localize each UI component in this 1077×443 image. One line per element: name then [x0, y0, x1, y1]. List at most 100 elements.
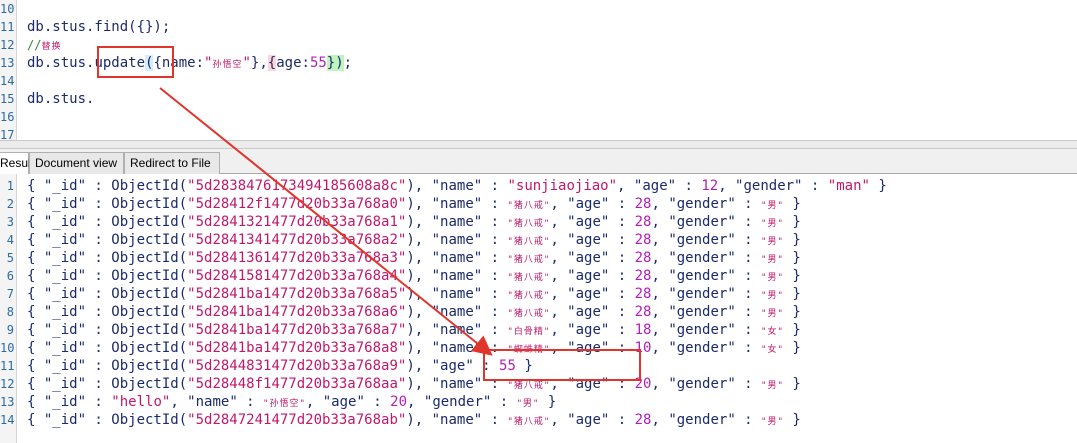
- code-text[interactable]: db.stus.: [27, 90, 94, 108]
- document-text: { "_id" : "hello", "name" : "孙悟空", "age"…: [27, 393, 556, 413]
- result-row[interactable]: 3 { "_id" : ObjectId("5d2841321477d20b33a…: [0, 213, 1077, 231]
- line-number: 5: [6, 251, 14, 265]
- tab-result[interactable]: Result: [0, 152, 34, 175]
- doc-token: "孙悟空": [263, 399, 306, 409]
- object-id: "5d28448f1477d20b33a768aa": [187, 376, 407, 392]
- doc-token: "猪八戒": [507, 255, 551, 265]
- doc-token: { "_id" :: [27, 394, 112, 410]
- document-text: { "_id" : ObjectId("5d283847617349418560…: [27, 177, 887, 195]
- document-text: { "_id" : ObjectId("5d2847241477d20b33a7…: [27, 411, 801, 431]
- doc-token: , "name" :: [414, 286, 508, 302]
- code-text[interactable]: db.stus.find({});: [27, 18, 170, 36]
- tab-document-view[interactable]: Document view: [29, 152, 124, 174]
- document-text: { "_id" : ObjectId("5d2841ba1477d20b33a7…: [27, 321, 801, 341]
- doc-token: , "age" :: [550, 214, 635, 230]
- doc-token: , "age" :: [550, 322, 635, 338]
- doc-token: { "_id" : ObjectId(: [27, 268, 188, 284]
- doc-token: ): [406, 250, 415, 266]
- doc-token: }: [783, 340, 801, 356]
- code-text[interactable]: //替换: [27, 36, 61, 56]
- result-row[interactable]: 11 { "_id" : ObjectId("5d2844831477d20b33…: [0, 357, 1077, 375]
- editor-line[interactable]: 11 db.stus.find({});: [0, 18, 1077, 36]
- editor-line[interactable]: 13 db.stus.update({name:"孙悟空"},{age:55});: [0, 54, 1077, 72]
- doc-token: "猪八戒": [507, 417, 551, 427]
- doc-token: }: [783, 376, 801, 392]
- doc-token: "猪八戒": [507, 309, 551, 319]
- doc-token: { "_id" : ObjectId(: [27, 232, 188, 248]
- line-number: 15: [0, 92, 15, 106]
- doc-token: { "_id" : ObjectId(: [27, 358, 188, 374]
- doc-token: ): [406, 340, 415, 356]
- editor-line[interactable]: 10: [0, 0, 1077, 18]
- doc-token: "男": [761, 417, 784, 427]
- doc-token: { "_id" : ObjectId(: [27, 412, 188, 428]
- doc-token: ): [406, 214, 415, 230]
- doc-token: , "name" :: [414, 340, 508, 356]
- doc-token: { "_id" : ObjectId(: [27, 214, 188, 230]
- query-editor[interactable]: 10 11 db.stus.find({}); 12 //替换 13 db.stus.upd…: [0, 0, 1077, 142]
- doc-token: { "_id" : ObjectId(: [27, 178, 188, 194]
- result-row[interactable]: 1 { "_id" : ObjectId("5d28384761734941856…: [0, 177, 1077, 195]
- tab-redirect-to-file[interactable]: Redirect to File: [124, 152, 220, 174]
- line-number: 13: [0, 56, 15, 70]
- doc-token: ): [406, 322, 415, 338]
- object-id: "5d2841341477d20b33a768a2": [187, 232, 407, 248]
- doc-token: }: [539, 394, 557, 410]
- result-row[interactable]: 5 { "_id" : ObjectId("5d2841361477d20b33a…: [0, 249, 1077, 267]
- doc-token: "猪八戒": [507, 381, 551, 391]
- doc-token: }: [783, 286, 801, 302]
- doc-token: , "name" :: [170, 394, 264, 410]
- line-number: 7: [6, 287, 14, 301]
- line-number: 16: [0, 110, 15, 124]
- line-number: 2: [6, 197, 14, 211]
- pane-splitter[interactable]: [0, 140, 1077, 149]
- document-text: { "_id" : ObjectId("5d28448f1477d20b33a7…: [27, 375, 801, 395]
- line-number: 12: [0, 38, 15, 52]
- line-number: 4: [6, 233, 14, 247]
- doc-token: 28: [634, 232, 652, 248]
- result-row[interactable]: 4 { "_id" : ObjectId("5d2841341477d20b33a…: [0, 231, 1077, 249]
- editor-line[interactable]: 14: [0, 72, 1077, 90]
- doc-token: , "age" :: [550, 412, 635, 428]
- object-id: "5d2841ba1477d20b33a768a5": [187, 286, 407, 302]
- code-token: 替换: [41, 42, 62, 52]
- doc-token: "蜘蛛精": [507, 345, 551, 355]
- doc-token: , "age" :: [550, 286, 635, 302]
- document-text: { "_id" : ObjectId("5d2844831477d20b33a7…: [27, 357, 533, 375]
- result-row[interactable]: 13 { "_id" : "hello", "name" : "孙悟空", "ag…: [0, 393, 1077, 411]
- doc-token: , "name" :: [414, 250, 508, 266]
- doc-token: "hello": [111, 394, 171, 410]
- line-number: 10: [0, 2, 15, 16]
- result-row[interactable]: 6 { "_id" : ObjectId("5d2841581477d20b33a…: [0, 267, 1077, 285]
- document-text: { "_id" : ObjectId("5d2841341477d20b33a7…: [27, 231, 801, 251]
- object-id: "5d2844831477d20b33a768a9": [187, 358, 407, 374]
- doc-token: , "age" :: [550, 232, 635, 248]
- doc-token: 18: [634, 322, 652, 338]
- result-row[interactable]: 2 { "_id" : ObjectId("5d28412f1477d20b33a…: [0, 195, 1077, 213]
- editor-line[interactable]: 15 db.stus.: [0, 90, 1077, 108]
- result-pane[interactable]: 1 { "_id" : ObjectId("5d28384761734941856…: [0, 174, 1077, 443]
- doc-token: }: [783, 214, 801, 230]
- doc-token: "man": [827, 178, 870, 194]
- doc-token: , "gender" :: [651, 376, 762, 392]
- result-row[interactable]: 9 { "_id" : ObjectId("5d2841ba1477d20b33a…: [0, 321, 1077, 339]
- editor-line[interactable]: 12 //替换: [0, 36, 1077, 54]
- doc-token: "猪八戒": [507, 201, 551, 211]
- result-row[interactable]: 12 { "_id" : ObjectId("5d28448f1477d20b33…: [0, 375, 1077, 393]
- doc-token: ): [406, 304, 415, 320]
- editor-line[interactable]: 16: [0, 108, 1077, 126]
- line-number: 14: [0, 74, 15, 88]
- doc-token: , "name" :: [414, 232, 508, 248]
- result-row[interactable]: 7 { "_id" : ObjectId("5d2841ba1477d20b33a…: [0, 285, 1077, 303]
- result-row[interactable]: 14 { "_id" : ObjectId("5d2847241477d20b33…: [0, 411, 1077, 429]
- doc-token: "女": [761, 327, 784, 337]
- code-text[interactable]: db.stus.update({name:"孙悟空"},{age:55});: [27, 54, 352, 74]
- result-row[interactable]: 10{ "_id" : ObjectId("5d2841ba1477d20b33…: [0, 339, 1077, 357]
- line-number: 6: [6, 269, 14, 283]
- doc-token: 55: [499, 358, 516, 374]
- code-token: 孙悟空: [212, 60, 243, 70]
- result-row[interactable]: 8 { "_id" : ObjectId("5d2841ba1477d20b33a…: [0, 303, 1077, 321]
- doc-token: , "gender" :: [407, 394, 517, 410]
- line-number: 1: [6, 179, 14, 193]
- doc-token: , "age" :: [550, 196, 635, 212]
